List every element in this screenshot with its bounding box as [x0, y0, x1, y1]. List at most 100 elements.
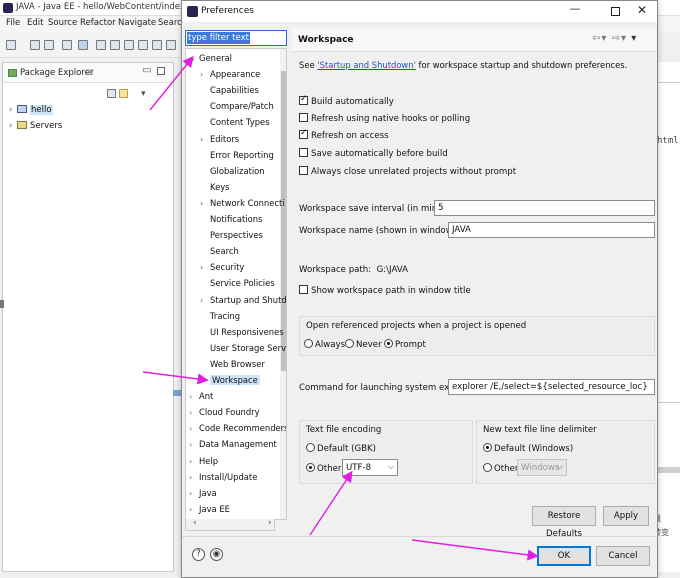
chevron-right-icon[interactable]: › [9, 121, 17, 131]
terminate-icon[interactable] [124, 40, 134, 50]
restore-defaults-button[interactable]: Restore Defaults [532, 506, 596, 539]
tree-vertical-scrollbar[interactable] [280, 49, 286, 519]
checkbox-box[interactable] [299, 128, 308, 139]
minimize-icon[interactable]: ▭ [142, 65, 151, 76]
chevron-right-icon[interactable]: › [200, 261, 210, 275]
filter-input[interactable]: type filter text [185, 30, 287, 46]
chevron-down-icon[interactable]: ⌄ [189, 52, 199, 66]
tree-item-security[interactable]: › Security [200, 260, 244, 276]
tree-item-capabilities[interactable]: Capabilities [200, 83, 259, 99]
chevron-right-icon[interactable]: › [189, 455, 199, 469]
open-ref-always-radio[interactable]: Always [304, 339, 345, 350]
checkbox-box[interactable] [299, 166, 308, 175]
tree-item-help[interactable]: › Help [189, 454, 218, 470]
chevron-right-icon[interactable]: › [189, 438, 199, 452]
workspace-name-input[interactable]: JAVA [448, 222, 655, 238]
menu-refactor[interactable]: Refactor [80, 18, 116, 28]
radio-dot[interactable] [306, 443, 315, 452]
tree-item-compare-patch[interactable]: Compare/Patch [200, 99, 274, 115]
chevron-right-icon[interactable]: › [189, 406, 199, 420]
tree-item-data-management[interactable]: › Data Management [189, 437, 277, 453]
forward-icon[interactable]: ⇨▾ [612, 33, 627, 44]
chevron-right-icon[interactable]: › [189, 471, 199, 485]
radio-dot[interactable] [483, 443, 492, 452]
chevron-right-icon[interactable]: › [189, 422, 199, 436]
view-menu-icon[interactable]: ▾ [631, 33, 637, 44]
new-icon[interactable] [6, 40, 16, 50]
save-before-build-checkbox[interactable]: Save automatically before build [299, 148, 448, 159]
tree-item-web-browser[interactable]: Web Browser [200, 357, 265, 373]
scroll-right-icon[interactable]: › [268, 518, 272, 528]
delimiter-other-radio[interactable]: Other: [483, 463, 521, 474]
chevron-right-icon[interactable]: › [189, 390, 199, 404]
chevron-right-icon[interactable]: › [200, 294, 210, 308]
save-icon[interactable] [30, 40, 40, 50]
menu-edit[interactable]: Edit [27, 18, 43, 28]
sash-handle[interactable] [0, 300, 4, 308]
chevron-right-icon[interactable]: › [189, 503, 199, 517]
encoding-select[interactable]: UTF-8 ⌵ [342, 459, 398, 476]
console-icon[interactable] [62, 40, 72, 50]
step-over-icon[interactable] [166, 40, 176, 50]
checkbox-box[interactable] [299, 113, 308, 122]
tree-item-java-ee[interactable]: › Java EE [189, 502, 230, 518]
menu-file[interactable]: File [6, 18, 20, 28]
chevron-right-icon[interactable]: › [200, 133, 210, 147]
maximize-button[interactable] [611, 7, 620, 16]
refresh-native-hooks-checkbox[interactable]: Refresh using native hooks or polling [299, 113, 470, 124]
explorer-command-input[interactable]: explorer /E,/select=${selected_resource_… [448, 379, 655, 395]
startup-shutdown-link[interactable]: 'Startup and Shutdown' [317, 60, 416, 70]
back-icon[interactable]: ⇦▾ [592, 33, 607, 44]
step-into-icon[interactable] [152, 40, 162, 50]
radio-dot[interactable] [483, 463, 492, 472]
maximize-icon[interactable] [157, 67, 165, 75]
link-with-editor-icon[interactable] [119, 89, 128, 98]
show-path-checkbox[interactable]: Show workspace path in window title [299, 285, 471, 296]
tree-item-search[interactable]: Search [200, 244, 239, 260]
tree-item-hello[interactable]: › hello [9, 105, 53, 119]
open-ref-prompt-radio[interactable]: Prompt [384, 339, 426, 350]
tree-item-appearance[interactable]: › Appearance [200, 67, 260, 83]
tree-item-cloud-foundry[interactable]: › Cloud Foundry [189, 405, 260, 421]
close-unrelated-projects-checkbox[interactable]: Always close unrelated projects without … [299, 166, 516, 177]
close-button[interactable]: ✕ [635, 3, 649, 17]
view-menu-icon[interactable]: ▾ [141, 89, 146, 99]
tree-item-network-connecti[interactable]: › Network Connecti [200, 196, 285, 212]
build-automatically-checkbox[interactable]: Build automatically [299, 94, 394, 107]
tree-item-notifications[interactable]: Notifications [200, 212, 262, 228]
apply-button[interactable]: Apply [603, 506, 649, 526]
delimiter-select[interactable]: Windows ⌵ [517, 459, 567, 476]
tree-item-perspectives[interactable]: Perspectives [200, 228, 263, 244]
encoding-default-radio[interactable]: Default (GBK) [306, 443, 376, 454]
save-all-icon[interactable] [44, 40, 54, 50]
tree-item-keys[interactable]: Keys [200, 180, 230, 196]
chevron-down-icon[interactable]: ⌵ [388, 461, 394, 473]
disconnect-icon[interactable] [138, 40, 148, 50]
tree-item-servers[interactable]: › Servers [9, 121, 62, 135]
import-export-icon[interactable]: ◉ [210, 548, 223, 561]
tree-item-ui-responsivenes[interactable]: UI Responsivenes [200, 325, 284, 341]
tree-item-startup-and-shutd[interactable]: › Startup and Shutd [200, 293, 286, 309]
minimize-button[interactable]: — [565, 2, 585, 15]
resume-icon[interactable] [96, 40, 106, 50]
checkbox-box[interactable] [299, 285, 308, 294]
ok-button[interactable]: OK [537, 546, 591, 566]
delimiter-default-radio[interactable]: Default (Windows) [483, 443, 573, 454]
radio-dot[interactable] [345, 339, 354, 348]
collapse-all-icon[interactable] [107, 89, 116, 98]
suspend-icon[interactable] [110, 40, 120, 50]
tree-item-install-update[interactable]: › Install/Update [189, 470, 257, 486]
encoding-other-radio[interactable]: Other: [306, 463, 344, 474]
checkbox-box[interactable] [299, 94, 308, 105]
open-ref-never-radio[interactable]: Never [345, 339, 382, 350]
package-explorer-title[interactable]: Package Explorer [20, 68, 93, 78]
tree-item-service-policies[interactable]: Service Policies [200, 276, 275, 292]
tree-item-code-recommenders[interactable]: › Code Recommenders [189, 421, 286, 437]
scroll-left-icon[interactable]: ‹ [193, 518, 197, 528]
tree-item-workspace[interactable]: Workspace [200, 373, 260, 389]
package-explorer-close-icon[interactable]: ☒ [86, 68, 93, 77]
chevron-right-icon[interactable]: › [200, 68, 210, 82]
menu-source[interactable]: Source [48, 18, 77, 28]
tree-item-java[interactable]: › Java [189, 486, 217, 502]
radio-dot[interactable] [304, 339, 313, 348]
